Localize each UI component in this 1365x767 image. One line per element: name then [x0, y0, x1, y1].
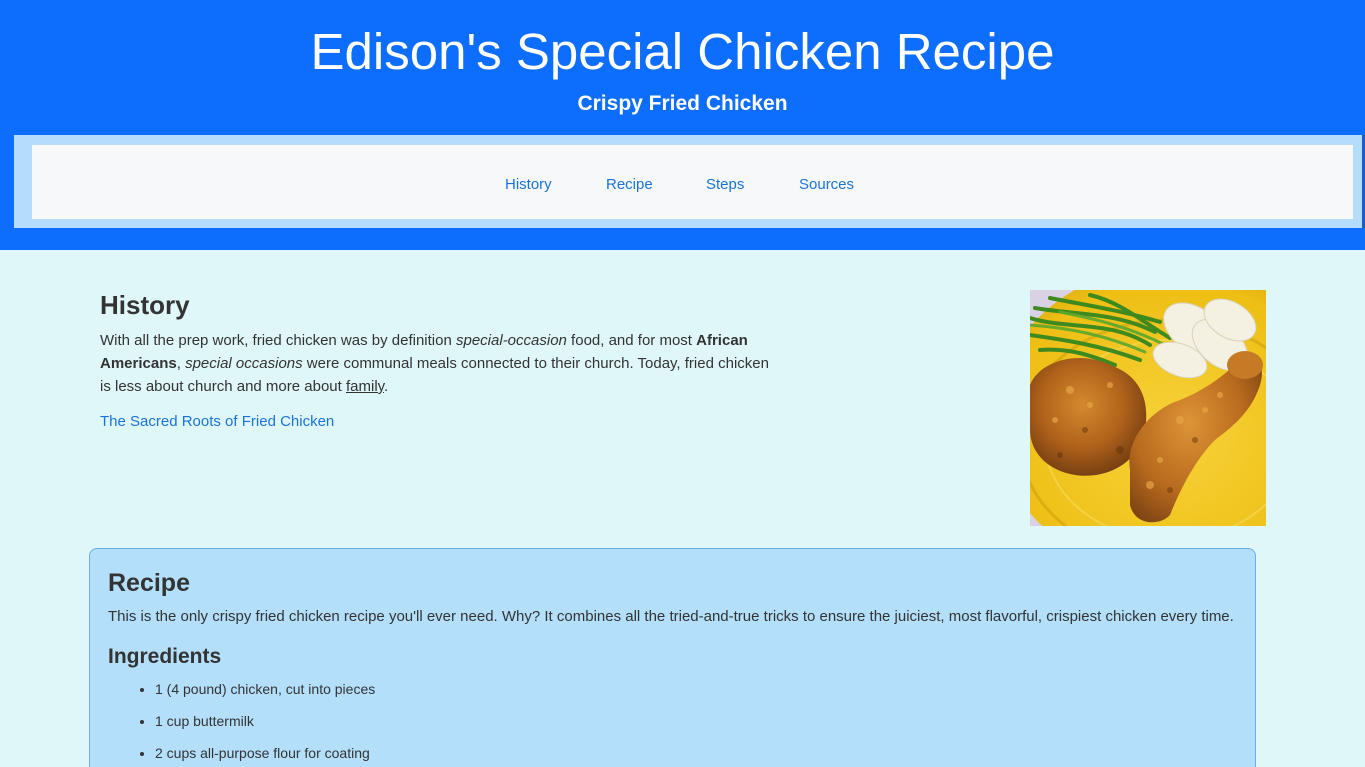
- history-section: History With all the prep work, fried ch…: [100, 290, 770, 432]
- nav-menu: History Recipe Steps Sources: [32, 145, 1353, 219]
- ingredient-item: 2 cups all-purpose flour for coating: [155, 743, 375, 763]
- recipe-section: Recipe This is the only crispy fried chi…: [89, 548, 1256, 767]
- ingredients-list: 1 (4 pound) chicken, cut into pieces 1 c…: [155, 679, 375, 767]
- ingredient-item: 1 cup buttermilk: [155, 711, 375, 731]
- ingredient-item: 1 (4 pound) chicken, cut into pieces: [155, 679, 375, 699]
- nav-link-recipe[interactable]: Recipe: [606, 176, 653, 194]
- history-italic-2: special occasions: [185, 355, 303, 372]
- history-text-3: ,: [176, 355, 186, 372]
- history-italic-1: special-occasion: [456, 332, 567, 349]
- history-underline-1: family: [345, 378, 385, 395]
- site-subtitle: Crispy Fried Chicken: [577, 92, 788, 115]
- history-title: History: [100, 290, 190, 320]
- site-header: Edison's Special Chicken Recipe Crispy F…: [0, 0, 1365, 250]
- nav-link-sources[interactable]: Sources: [799, 176, 854, 194]
- recipe-title: Recipe: [108, 569, 190, 597]
- history-paragraph: With all the prep work, fried chicken wa…: [100, 329, 770, 398]
- history-text-2: food, and for most: [566, 332, 697, 349]
- history-text-1: With all the prep work, fried chicken wa…: [100, 332, 456, 349]
- fried-chicken-image: [1030, 290, 1266, 526]
- nav-link-history[interactable]: History: [505, 176, 552, 194]
- sacred-roots-link[interactable]: The Sacred Roots of Fried Chicken: [100, 412, 770, 432]
- nav-bar: History Recipe Steps Sources: [14, 135, 1365, 228]
- site-title: Edison's Special Chicken Recipe: [310, 23, 1055, 80]
- fried-chicken-photo: [1030, 290, 1266, 526]
- recipe-description: This is the only crispy fried chicken re…: [108, 608, 1234, 625]
- ingredients-title: Ingredients: [108, 645, 222, 668]
- history-text-5: .: [384, 378, 389, 395]
- nav-link-steps[interactable]: Steps: [706, 176, 744, 194]
